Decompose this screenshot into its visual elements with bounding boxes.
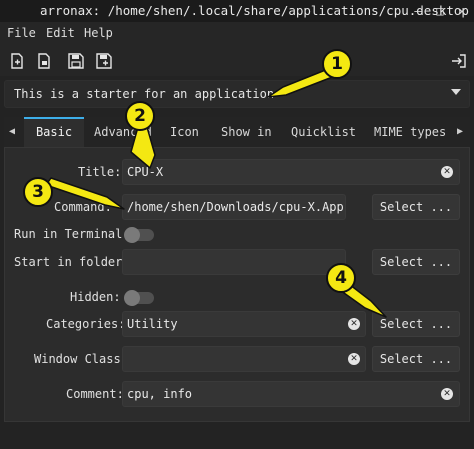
close-icon[interactable]: ✕ — [454, 3, 470, 19]
annotation-badge-1: 1 — [322, 49, 352, 79]
title-label: Title: — [78, 165, 122, 179]
tab-mime-types[interactable]: MIME types — [374, 117, 446, 147]
window-bottom — [0, 422, 474, 449]
command-label: Command: — [54, 200, 112, 214]
hidden-switch[interactable] — [124, 290, 154, 306]
description-combo[interactable]: This is a starter for an application — [4, 80, 470, 108]
tab-show-in[interactable]: Show in — [221, 117, 272, 147]
tab-bar: ◀ Basic Advanced Icon Show in Quicklist … — [4, 117, 470, 147]
tab-quicklist[interactable]: Quicklist — [291, 117, 356, 147]
title-value: CPU-X — [127, 165, 164, 179]
comment-label: Comment: — [66, 387, 124, 401]
command-input[interactable]: /home/shen/Downloads/cpu-X.AppImage — [122, 194, 346, 220]
clear-window-class-icon[interactable]: ✕ — [348, 353, 360, 365]
run-in-terminal-switch[interactable] — [124, 227, 154, 243]
tab-scroll-left-icon[interactable]: ◀ — [6, 125, 18, 139]
menu-help[interactable]: Help — [84, 26, 113, 40]
title-bar: arronax: /home/shen/.local/share/applica… — [0, 0, 474, 22]
select-categories-button[interactable]: Select ... — [372, 311, 460, 337]
tab-scroll-right-icon[interactable]: ▶ — [454, 125, 466, 139]
description-value: This is a starter for an application — [14, 87, 275, 101]
window-title: arronax: /home/shen/.local/share/applica… — [40, 3, 469, 18]
comment-value: cpu, info — [127, 387, 193, 401]
clear-categories-icon[interactable]: ✕ — [348, 318, 360, 330]
title-input[interactable]: CPU-X ✕ — [122, 159, 460, 185]
comment-input[interactable]: cpu, info ✕ — [122, 381, 460, 407]
tab-basic[interactable]: Basic — [24, 117, 84, 147]
menu-edit[interactable]: Edit — [46, 26, 75, 40]
hidden-label: Hidden: — [70, 290, 121, 304]
new-from-template-icon[interactable] — [35, 52, 53, 70]
select-command-button[interactable]: Select ... — [372, 194, 460, 220]
start-in-folder-label: Start in folder: — [14, 255, 130, 269]
chevron-down-icon[interactable] — [451, 89, 461, 95]
annotation-badge-3: 3 — [23, 177, 53, 207]
maximize-icon[interactable]: □ — [432, 3, 448, 19]
select-window-class-button[interactable]: Select ... — [372, 346, 460, 372]
select-folder-button[interactable]: Select ... — [372, 249, 460, 275]
new-file-icon[interactable] — [8, 52, 26, 70]
menu-file[interactable]: File — [7, 26, 36, 40]
command-value: /home/shen/Downloads/cpu-X.AppImage — [127, 200, 343, 214]
clear-title-icon[interactable]: ✕ — [441, 166, 453, 178]
annotation-badge-4: 4 — [326, 263, 356, 293]
window-class-input[interactable]: ✕ — [122, 346, 366, 372]
tab-icon[interactable]: Icon — [170, 117, 199, 147]
exit-icon[interactable] — [450, 52, 468, 70]
start-in-folder-input[interactable] — [122, 249, 346, 275]
categories-label: Categories: — [46, 317, 126, 331]
clear-comment-icon[interactable]: ✕ — [441, 388, 453, 400]
run-in-terminal-label: Run in Terminal: — [14, 227, 130, 241]
annotation-badge-2: 2 — [125, 101, 155, 131]
save-icon[interactable] — [67, 52, 85, 70]
categories-value: Utility — [127, 317, 178, 331]
menu-bar: File Edit Help — [0, 22, 474, 44]
categories-input[interactable]: Utility ✕ — [122, 311, 366, 337]
save-as-icon[interactable] — [95, 52, 113, 70]
minimize-icon[interactable]: — — [410, 3, 426, 19]
window-class-label: Window Class: — [34, 352, 128, 366]
